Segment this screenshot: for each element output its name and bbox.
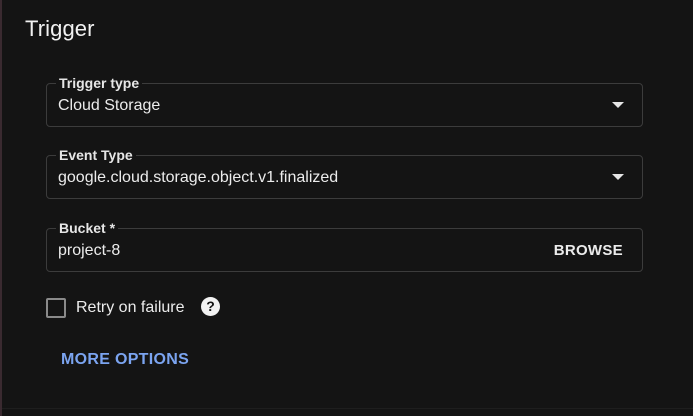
browse-button[interactable]: BROWSE [554, 241, 623, 261]
bucket-value[interactable]: project-8 [58, 241, 120, 261]
event-type-select[interactable]: Event Type google.cloud.storage.object.v… [46, 146, 643, 199]
retry-on-failure-checkbox[interactable] [46, 298, 66, 318]
event-type-value: google.cloud.storage.object.v1.finalized [58, 169, 339, 186]
bucket-field[interactable]: Bucket * project-8 BROWSE [46, 219, 643, 272]
dropdown-arrow-icon [612, 102, 624, 108]
section-title: Trigger [25, 16, 95, 41]
bucket-label: Bucket * [56, 219, 119, 237]
retry-on-failure-label[interactable]: Retry on failure [76, 298, 185, 318]
trigger-type-select[interactable]: Trigger type Cloud Storage [46, 74, 643, 127]
event-type-label: Event Type [56, 146, 136, 164]
more-options-button[interactable]: MORE OPTIONS [61, 350, 189, 370]
help-icon[interactable]: ? [201, 297, 220, 316]
dropdown-arrow-icon [612, 174, 624, 180]
divider [2, 408, 693, 409]
trigger-type-label: Trigger type [56, 74, 143, 92]
trigger-type-value: Cloud Storage [58, 97, 161, 114]
trigger-panel: Trigger Trigger type Cloud Storage Event… [0, 0, 693, 416]
